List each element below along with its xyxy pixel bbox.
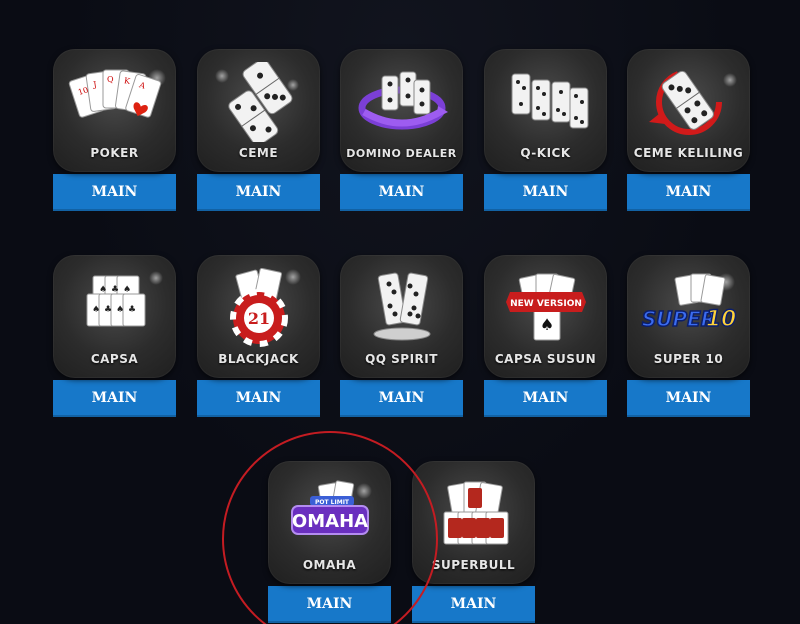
svg-text:♠: ♠ (123, 285, 131, 295)
qkick-domino-icon (484, 57, 607, 147)
svg-text:♣: ♣ (104, 305, 112, 315)
game-tile-blackjack[interactable]: 21 BLACKJACK (197, 255, 320, 378)
game-label: Q-KICK (520, 146, 571, 160)
game-tile-capsa-susun[interactable]: ♠ NEW VERSION CAPSA SUSUN (484, 255, 607, 378)
svg-text:POT LIMIT: POT LIMIT (314, 499, 349, 506)
game-tile-qq-spirit[interactable]: QQ SPIRIT (340, 255, 463, 378)
game-lobby: 10 J Q K A POKER MAIN CEME MAIN DOMINO D… (0, 0, 800, 624)
play-button-capsa-susun[interactable]: MAIN (484, 380, 607, 417)
svg-text:Q: Q (107, 75, 114, 84)
game-label: QQ SPIRIT (365, 352, 438, 366)
game-tile-ceme-keliling[interactable]: CEME KELILING (627, 49, 750, 172)
play-button-ceme[interactable]: MAIN (197, 174, 320, 211)
game-label: POKER (90, 146, 139, 160)
game-card-poker: 10 J Q K A POKER MAIN (53, 49, 176, 211)
play-button-omaha[interactable]: MAIN (268, 586, 391, 623)
play-button-blackjack[interactable]: MAIN (197, 380, 320, 417)
svg-text:♣: ♣ (111, 285, 119, 295)
omaha-logo-icon: POT LIMIT OMAHA (268, 469, 391, 559)
superbull-cards-icon (412, 469, 535, 559)
blackjack-chip-icon: 21 (197, 263, 320, 353)
game-card-omaha: POT LIMIT OMAHA OMAHA MAIN (268, 461, 391, 623)
svg-text:10: 10 (705, 307, 736, 332)
game-tile-domino-dealer[interactable]: DOMINO DEALER (340, 49, 463, 172)
play-button-capsa[interactable]: MAIN (53, 380, 176, 417)
ceme-domino-icon (197, 57, 320, 147)
play-button-superbull[interactable]: MAIN (412, 586, 535, 623)
play-button-super-10[interactable]: MAIN (627, 380, 750, 417)
game-card-capsa: ♠ ♣ ♠ ♠ ♣ ♠ ♣ CAPSA MAIN (53, 255, 176, 417)
game-tile-omaha[interactable]: POT LIMIT OMAHA OMAHA (268, 461, 391, 584)
game-card-ceme-keliling: CEME KELILING MAIN (627, 49, 750, 211)
game-label: DOMINO DEALER (346, 147, 457, 160)
game-label: CAPSA (90, 352, 139, 366)
svg-text:OMAHA: OMAHA (291, 511, 367, 532)
capsa-susun-icon: ♠ NEW VERSION (484, 263, 607, 353)
game-card-domino-dealer: DOMINO DEALER MAIN (340, 49, 463, 211)
play-button-domino-dealer[interactable]: MAIN (340, 174, 463, 211)
poker-cards-icon: 10 J Q K A (53, 57, 176, 147)
svg-text:♣: ♣ (128, 305, 136, 315)
game-card-ceme: CEME MAIN (197, 49, 320, 211)
svg-text:21: 21 (247, 309, 269, 328)
game-label: SUPER 10 (653, 352, 724, 366)
game-tile-capsa[interactable]: ♠ ♣ ♠ ♠ ♣ ♠ ♣ CAPSA (53, 255, 176, 378)
game-label: CAPSA SUSUN (494, 352, 597, 366)
svg-text:♠: ♠ (99, 285, 107, 295)
game-card-q-kick: Q-KICK MAIN (484, 49, 607, 211)
svg-text:♠: ♠ (92, 305, 100, 315)
game-label: CEME KELILING (633, 146, 744, 160)
game-label: BLACKJACK (218, 352, 299, 366)
game-label: OMAHA (302, 558, 357, 572)
game-tile-ceme[interactable]: CEME (197, 49, 320, 172)
svg-text:♠: ♠ (116, 305, 124, 315)
game-card-super-10: SUPER 10 SUPER 10 MAIN (627, 255, 750, 417)
play-button-q-kick[interactable]: MAIN (484, 174, 607, 211)
svg-text:♠: ♠ (539, 315, 553, 334)
ceme-keliling-icon (627, 57, 750, 147)
game-label: CEME (238, 146, 279, 160)
play-button-ceme-keliling[interactable]: MAIN (627, 174, 750, 211)
game-tile-poker[interactable]: 10 J Q K A POKER (53, 49, 176, 172)
qq-spirit-domino-icon (340, 263, 463, 353)
play-button-qq-spirit[interactable]: MAIN (340, 380, 463, 417)
game-card-qq-spirit: QQ SPIRIT MAIN (340, 255, 463, 417)
capsa-cards-icon: ♠ ♣ ♠ ♠ ♣ ♠ ♣ (53, 263, 176, 353)
svg-text:NEW VERSION: NEW VERSION (510, 299, 582, 309)
game-card-superbull: SUPERBULL MAIN (412, 461, 535, 623)
game-card-capsa-susun: ♠ NEW VERSION CAPSA SUSUN MAIN (484, 255, 607, 417)
game-card-blackjack: 21 BLACKJACK MAIN (197, 255, 320, 417)
game-label: SUPERBULL (431, 558, 516, 572)
domino-dealer-icon (340, 57, 463, 147)
game-tile-superbull[interactable]: SUPERBULL (412, 461, 535, 584)
game-tile-q-kick[interactable]: Q-KICK (484, 49, 607, 172)
play-button-poker[interactable]: MAIN (53, 174, 176, 211)
super10-logo-icon: SUPER 10 (627, 263, 750, 353)
game-tile-super-10[interactable]: SUPER 10 SUPER 10 (627, 255, 750, 378)
